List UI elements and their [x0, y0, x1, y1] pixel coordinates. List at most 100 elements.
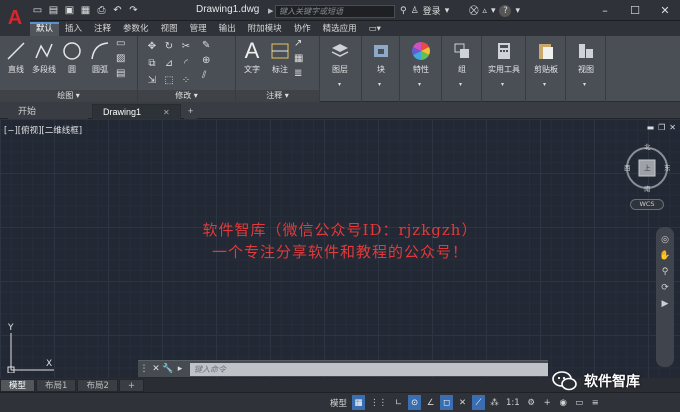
close-icon[interactable]: ✕ — [150, 362, 162, 377]
ortho-icon[interactable]: ∟ — [392, 395, 405, 410]
fillet-icon[interactable]: ◜ — [178, 55, 194, 71]
wrench-icon[interactable]: 🔧 — [162, 362, 174, 377]
multiline-icon[interactable]: ≣ — [294, 68, 303, 79]
offset-icon[interactable]: ⫽ — [202, 70, 210, 81]
minimize-icon[interactable]: ▬ — [647, 123, 655, 132]
leader-icon[interactable]: ↗ — [294, 38, 303, 49]
tab-model[interactable]: 模型 — [0, 378, 36, 392]
stretch-icon[interactable]: ⇲ — [144, 72, 160, 88]
chevron-down-icon[interactable]: ▾ — [338, 81, 341, 88]
chevron-down-icon[interactable]: ▾ — [491, 6, 496, 16]
dimension-button[interactable]: 标注 — [266, 38, 294, 75]
copy-icon[interactable]: ⧉ — [144, 55, 160, 71]
isodraft-icon[interactable]: ∠ — [424, 395, 437, 410]
help-icon[interactable]: ? — [499, 4, 512, 17]
annotation-panel-title[interactable]: 注释 ▾ — [236, 90, 319, 102]
binoculars-icon[interactable]: ⚲ — [400, 6, 407, 16]
new-file-icon[interactable]: ▭ — [30, 3, 45, 17]
drawing-viewport[interactable]: [−][俯视][二维线框] ▬ ❐ ✕ 北 南 东 西 上 WCS ◎ ✋ ⚲ … — [0, 119, 680, 378]
tab-collaborate[interactable]: 协作 — [288, 22, 317, 36]
rotate-icon[interactable]: ↻ — [161, 38, 177, 54]
grid-icon[interactable]: ▦ — [352, 395, 366, 410]
print-icon[interactable]: ⎙ — [94, 3, 109, 17]
tab-overflow[interactable]: ▭▾ — [363, 22, 387, 36]
table-icon[interactable]: ▦ — [294, 53, 303, 64]
annotation-monitor-icon[interactable]: + — [541, 395, 554, 410]
close-icon[interactable]: ✕ — [669, 123, 676, 132]
explode-icon[interactable]: ⊕ — [202, 55, 210, 66]
add-layout-button[interactable]: + — [118, 378, 144, 392]
snap-icon[interactable]: ⋮⋮ — [368, 395, 389, 410]
wcs-menu[interactable]: WCS — [630, 199, 664, 210]
viewport-controls-label[interactable]: [−][俯视][二维线框] — [4, 124, 82, 136]
polar-icon[interactable]: ⊙ — [408, 395, 422, 410]
app-menu-button[interactable]: A — [0, 0, 30, 36]
close-icon[interactable]: ✕ — [650, 0, 680, 21]
close-tab-icon[interactable]: ✕ — [163, 108, 170, 117]
maximize-icon[interactable]: ☐ — [620, 0, 650, 21]
customize-menu-icon[interactable]: ≡ — [589, 395, 602, 410]
chevron-down-icon[interactable]: ▾ — [459, 81, 462, 88]
user-icon[interactable]: ♙ — [411, 6, 419, 16]
draw-panel-title[interactable]: 绘图 ▾ — [0, 90, 137, 102]
tab-default[interactable]: 默认 — [30, 22, 60, 36]
tab-manage[interactable]: 管理 — [184, 22, 213, 36]
gradient-icon[interactable]: ▤ — [116, 68, 125, 79]
groups-button[interactable]: 组 — [448, 38, 476, 75]
showmotion-icon[interactable]: ▶ — [662, 299, 669, 309]
scale-icon[interactable]: ⬚ — [161, 72, 177, 88]
fullscreen-icon[interactable]: ▭ — [573, 395, 586, 410]
zoom-icon[interactable]: ⚲ — [662, 267, 669, 277]
lineweight-icon[interactable]: ⟋ — [472, 395, 486, 410]
triangle-icon[interactable]: ▵ — [482, 6, 487, 16]
annotation-visibility-icon[interactable]: ⁂ — [488, 395, 501, 410]
model-space-button[interactable]: 模型 — [328, 395, 349, 410]
orbit-icon[interactable]: ⟳ — [661, 283, 669, 293]
drawing1-tab[interactable]: Drawing1 ✕ — [92, 104, 181, 119]
tab-output[interactable]: 输出 — [213, 22, 242, 36]
saveas-icon[interactable]: ▦ — [78, 3, 93, 17]
object-snap-tracking-icon[interactable]: ◻ — [440, 395, 454, 410]
modify-panel-title[interactable]: 修改 ▾ — [138, 90, 235, 102]
annotation-scale[interactable]: 1:1 — [504, 395, 522, 410]
undo-icon[interactable]: ↶ — [110, 3, 125, 17]
view-button[interactable]: 视图 — [572, 38, 600, 75]
command-prompt-icon[interactable]: ▸ — [174, 362, 186, 377]
object-snap-icon[interactable]: ✕ — [456, 395, 469, 410]
properties-button[interactable]: 特性 — [407, 38, 435, 75]
save-icon[interactable]: ▣ — [62, 3, 77, 17]
chevron-down-icon[interactable]: ▾ — [515, 6, 520, 16]
erase-icon[interactable]: ✎ — [202, 40, 210, 51]
viewcube-west[interactable]: 西 — [624, 162, 631, 172]
move-icon[interactable]: ✥ — [144, 38, 160, 54]
chevron-down-icon[interactable]: ▾ — [583, 81, 586, 88]
viewcube-top[interactable]: 上 — [644, 162, 651, 172]
cart-icon[interactable]: ⛒ — [469, 6, 478, 16]
tab-layout2[interactable]: 布局2 — [77, 378, 118, 392]
viewcube-east[interactable]: 东 — [664, 162, 671, 172]
hatch-icon[interactable]: ▨ — [116, 53, 125, 64]
chevron-down-icon[interactable]: ▾ — [501, 81, 504, 88]
arc-button[interactable]: 圆弧 — [86, 38, 114, 75]
minimize-icon[interactable]: – — [590, 0, 620, 21]
mirror-icon[interactable]: ⊿ — [161, 55, 177, 71]
tab-addins[interactable]: 附加模块 — [242, 22, 288, 36]
chevron-down-icon[interactable]: ▾ — [378, 81, 381, 88]
login-link[interactable]: 登录 — [423, 4, 441, 17]
tab-view[interactable]: 视图 — [155, 22, 184, 36]
start-tab[interactable]: 开始 — [8, 104, 88, 119]
chevron-down-icon[interactable]: ▾ — [418, 81, 421, 88]
tab-annotate[interactable]: 注释 — [88, 22, 117, 36]
rectangle-icon[interactable]: ▭ — [116, 38, 125, 49]
utilities-button[interactable]: 实用工具 — [488, 38, 520, 75]
tab-layout1[interactable]: 布局1 — [36, 378, 77, 392]
command-input[interactable]: 键入命令 — [190, 362, 548, 376]
layers-button[interactable]: 图层 — [326, 38, 354, 75]
tab-insert[interactable]: 插入 — [59, 22, 88, 36]
trim-icon[interactable]: ✂ — [178, 38, 194, 54]
add-tab-button[interactable]: + — [184, 104, 198, 119]
block-button[interactable]: 块 — [367, 38, 395, 75]
open-icon[interactable]: ▤ — [46, 3, 61, 17]
clipboard-button[interactable]: 剪贴板 — [532, 38, 560, 75]
viewcube-north[interactable]: 北 — [644, 141, 651, 151]
